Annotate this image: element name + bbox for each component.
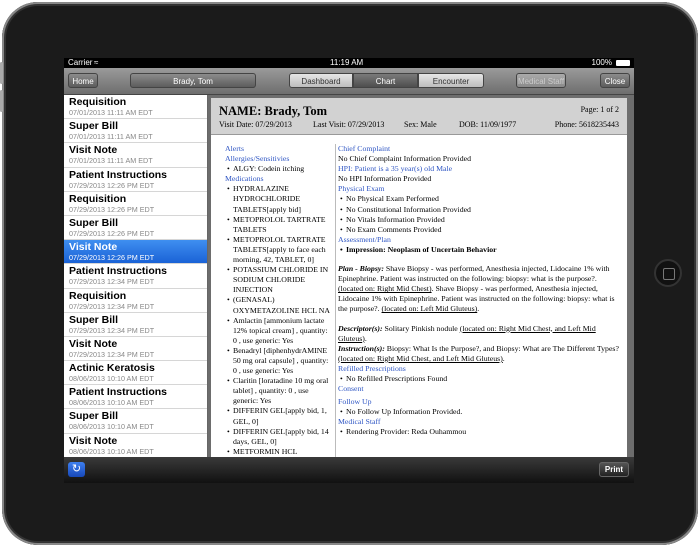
medication-item: METFORMIN HCL [225, 447, 331, 457]
medical-staff-heading: Medical Staff [338, 417, 381, 427]
tab-chart[interactable]: Chart [353, 73, 418, 88]
home-button[interactable]: Home [68, 73, 98, 88]
patient-phone: Phone: 5618235443 [554, 120, 619, 129]
tab-encounter[interactable]: Encounter [418, 73, 484, 88]
left-column: Alerts Allergies/Sensitivies ALGY: Codei… [225, 144, 331, 457]
patient-dob: DOB: 11/09/1977 [459, 120, 517, 129]
battery-percent: 100% [591, 58, 612, 67]
follow-up-heading: Follow Up [338, 397, 372, 407]
status-time: 11:19 AM [330, 58, 364, 67]
list-item[interactable]: Requisition 07/29/2013 12:34 PM EDT [64, 289, 207, 313]
impression-item: Impression: Neoplasm of Uncertain Behavi… [338, 245, 620, 255]
volume-button [0, 62, 3, 84]
allergy-item: ALGY: Codein itching [225, 164, 331, 174]
list-item[interactable]: Visit Note 08/06/2013 10:10 AM EDT [64, 434, 207, 457]
refilled-item: No Refilled Prescriptions Found [338, 374, 620, 384]
nav-bar: Home Brady, Tom Dashboard Chart Encounte… [64, 68, 634, 95]
refilled-prescriptions-heading: Refilled Prescriptions [338, 363, 406, 373]
list-item[interactable]: Patient Instructions 08/06/2013 10:10 AM … [64, 385, 207, 410]
alerts-heading: Alerts [225, 144, 245, 153]
chief-complaint-heading: Chief Complaint [338, 144, 391, 153]
document-list: Requisition 07/01/2013 11:11 AM EDT Super… [64, 95, 208, 457]
list-item[interactable]: Patient Instructions 07/29/2013 12:26 PM … [64, 168, 207, 192]
hpi-text: No HPI Information Provided [338, 174, 432, 184]
physical-exam-item: No Vitals Information Provided [338, 215, 620, 225]
physical-exam-item: No Physical Exam Performed [338, 194, 620, 204]
physical-exam-heading: Physical Exam [338, 184, 385, 194]
patient-name: NAME: Brady, Tom [219, 104, 328, 118]
rendering-provider-item: Rendering Provider: Reda Ouhammou [338, 427, 620, 437]
patient-sex: Sex: Male [404, 120, 437, 129]
list-item[interactable]: Super Bill 07/01/2013 11:11 AM EDT [64, 119, 207, 144]
medication-item: Amlactin [ammonium lactate 12% topical c… [225, 316, 331, 346]
instruction-paragraph: Instruction(s): Biopsy: What Is the Purp… [338, 343, 619, 363]
tab-dashboard[interactable]: Dashboard [289, 73, 353, 88]
medical-staff-button[interactable]: Medical Staff [516, 73, 566, 88]
visit-note-document[interactable]: NAME: Brady, Tom Page: 1 of 2 Visit Date… [211, 98, 627, 457]
carrier-label: Carrier [68, 58, 93, 67]
medication-item: Benadryl [diphenhydrAMINE 50 mg oral cap… [225, 346, 331, 376]
list-item[interactable]: Requisition 07/29/2013 12:26 PM EDT [64, 192, 207, 216]
list-item[interactable]: Super Bill 07/29/2013 12:26 PM EDT [64, 216, 207, 241]
last-visit: Last Visit: 07/29/2013 [313, 120, 385, 129]
medication-item: DIFFERIN GEL[apply bid, 1, GEL, 0] [225, 406, 331, 426]
visit-date: Visit Date: 07/29/2013 [219, 120, 292, 129]
plan-biopsy-paragraph: Plan - Biopsy: Shave Biopsy - was perfor… [338, 264, 615, 314]
bottom-toolbar: ↻ Print [64, 457, 634, 483]
hpi-heading: HPI: Patient is a 35 year(s) old Male [338, 164, 453, 174]
assessment-plan-heading: Assessment/Plan [338, 234, 391, 244]
battery-icon [616, 60, 630, 66]
medication-item: Claritin [loratadine 10 mg oral tablet] … [225, 376, 331, 406]
descriptor-paragraph: Descriptor(s): Solitary Pinkish nodule (… [338, 323, 596, 343]
volume-button [0, 90, 3, 112]
medication-item: METOPROLOL TARTRATE TABLETS [225, 215, 331, 235]
print-button[interactable]: Print [599, 462, 629, 477]
allergies-heading: Allergies/Sensitivies [225, 154, 290, 164]
list-item[interactable]: Super Bill 07/29/2013 12:34 PM EDT [64, 313, 207, 337]
list-item[interactable]: Visit Note 07/01/2013 11:11 AM EDT [64, 143, 207, 168]
document-viewer: NAME: Brady, Tom Page: 1 of 2 Visit Date… [208, 95, 634, 457]
list-item[interactable]: Visit Note 07/29/2013 12:34 PM EDT [64, 337, 207, 362]
home-hardware-button[interactable] [654, 259, 682, 287]
medication-item: DIFFERIN GEL[apply bid, 14 days, GEL, 0] [225, 427, 331, 447]
follow-up-item: No Follow Up Information Provided. [338, 407, 620, 417]
list-item[interactable]: Actinic Keratosis 08/06/2013 10:10 AM EDT [64, 361, 207, 386]
physical-exam-item: No Constitutional Information Provided [338, 205, 620, 215]
medication-item: POTASSIUM CHLORIDE IN SODIUM CHLORIDE IN… [225, 265, 331, 295]
app-screen: Carrier ≈ 11:19 AM 100% Home Brady, Tom … [64, 58, 634, 483]
medications-heading: Medications [225, 174, 264, 184]
consent-heading: Consent [338, 384, 364, 394]
close-button[interactable]: Close [600, 73, 630, 88]
document-header: NAME: Brady, Tom Page: 1 of 2 Visit Date… [211, 98, 627, 135]
medication-item: METOPROLOL TARTRATE TABLETS[apply to fac… [225, 235, 331, 265]
patient-name-button[interactable]: Brady, Tom [130, 73, 256, 88]
column-divider [335, 144, 336, 457]
page-indicator: Page: 1 of 2 [580, 105, 619, 114]
status-bar: Carrier ≈ 11:19 AM 100% [64, 58, 634, 68]
list-item[interactable]: Patient Instructions 07/29/2013 12:34 PM … [64, 264, 207, 289]
right-column: Chief Complaint No Chief Complaint Infor… [338, 144, 620, 438]
chief-complaint-text: No Chief Complaint Information Provided [338, 154, 471, 164]
medication-item: (GENASAL) OXYMETAZOLINE HCL NA [225, 295, 331, 315]
physical-exam-item: No Exam Comments Provided [338, 225, 620, 235]
list-item[interactable]: Super Bill 08/06/2013 10:10 AM EDT [64, 409, 207, 434]
medication-item: HYDRALAZINE HYDROCHLORIDE TABLETS[apply … [225, 184, 331, 214]
refresh-icon[interactable]: ↻ [68, 462, 85, 477]
list-item[interactable]: Requisition 07/01/2013 11:11 AM EDT [64, 95, 207, 120]
list-item-selected[interactable]: Visit Note 07/29/2013 12:26 PM EDT [64, 240, 207, 265]
wifi-icon: ≈ [94, 58, 99, 67]
